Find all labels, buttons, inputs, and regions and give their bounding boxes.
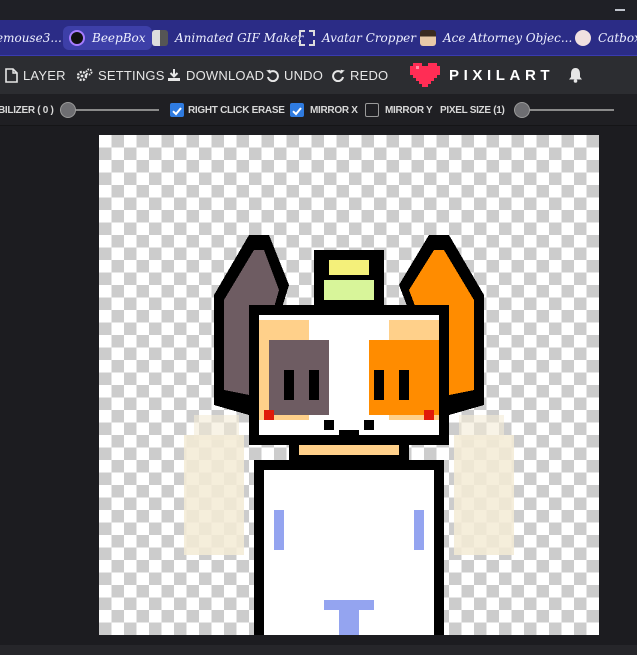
bookmarks-bar: emouse3... BeepBox Animated GIF Maker Av… <box>0 20 637 56</box>
pixilart-logo[interactable]: PIXILART <box>410 56 554 94</box>
gif-icon <box>152 30 168 46</box>
pixel-size-label: PIXEL SIZE (1) <box>440 104 505 116</box>
catbox-icon <box>575 30 591 46</box>
minimize-icon[interactable] <box>615 9 625 11</box>
mirror-y-checkbox[interactable] <box>365 103 379 117</box>
main-toolbar: LAYER SETTINGS DOWNLOAD UNDO REDO PIXILA… <box>0 56 637 94</box>
settings-button[interactable]: SETTINGS <box>76 56 165 94</box>
beepbox-icon <box>69 30 85 46</box>
checkmark-icon <box>292 107 302 116</box>
ace-attorney-icon <box>420 30 436 46</box>
undo-icon <box>266 69 279 82</box>
download-button[interactable]: DOWNLOAD <box>167 56 264 94</box>
right-click-erase-checkbox[interactable] <box>170 103 184 117</box>
checkmark-icon <box>172 107 182 116</box>
stabilizer-slider-knob[interactable] <box>60 102 76 118</box>
heart-logo-icon <box>410 63 440 87</box>
redo-icon <box>332 69 345 82</box>
bookmark-label: BeepBox <box>92 31 146 45</box>
bookmark-label: Ace Attorney Objec... <box>443 31 573 45</box>
drawing-canvas[interactable] <box>99 135 599 635</box>
bookmark-catbox[interactable]: Catbox <box>575 26 637 50</box>
settings-label: SETTINGS <box>98 67 165 83</box>
bookmark-beepbox[interactable]: BeepBox <box>63 26 152 50</box>
gear-icon <box>76 68 93 82</box>
download-label: DOWNLOAD <box>186 67 265 83</box>
redo-button[interactable]: REDO <box>332 56 388 94</box>
bookmark-emouse[interactable]: emouse3... <box>0 26 62 50</box>
notifications-button[interactable] <box>568 56 588 94</box>
bookmark-label: emouse3... <box>0 31 62 45</box>
layer-label: LAYER <box>23 67 66 83</box>
crop-icon <box>299 30 315 46</box>
mirror-x-label[interactable]: MIRROR X <box>310 94 358 126</box>
right-click-erase-label[interactable]: RIGHT CLICK ERASE <box>188 94 285 126</box>
brand-name: PIXILART <box>449 66 555 84</box>
options-bar: BILIZER ( 0 ) RIGHT CLICK ERASE MIRROR X… <box>0 94 637 126</box>
bookmark-gif-maker[interactable]: Animated GIF Maker <box>152 26 303 50</box>
layer-icon <box>5 67 18 83</box>
bookmark-avatar-cropper[interactable]: Avatar Cropper <box>299 26 416 50</box>
bookmark-label: Animated GIF Maker <box>175 31 304 45</box>
bookmark-label: Avatar Cropper <box>322 31 416 45</box>
mirror-y-label[interactable]: MIRROR Y <box>385 94 433 126</box>
undo-label: UNDO <box>284 67 324 83</box>
undo-button[interactable]: UNDO <box>266 56 323 94</box>
bookmark-label: Catbox <box>598 31 637 45</box>
bottom-bar <box>0 645 637 655</box>
bookmark-ace-attorney[interactable]: Ace Attorney Objec... <box>420 26 572 50</box>
window-top-strip <box>0 0 637 20</box>
stabilizer-label: BILIZER ( 0 ) <box>0 104 54 116</box>
bell-icon <box>569 68 582 83</box>
redo-label: REDO <box>350 67 389 83</box>
pixel-size-slider-knob[interactable] <box>514 102 530 118</box>
download-icon <box>168 69 180 81</box>
cat-pixel-art <box>184 235 514 635</box>
mirror-x-checkbox[interactable] <box>290 103 304 117</box>
layer-button[interactable]: LAYER <box>5 56 66 94</box>
